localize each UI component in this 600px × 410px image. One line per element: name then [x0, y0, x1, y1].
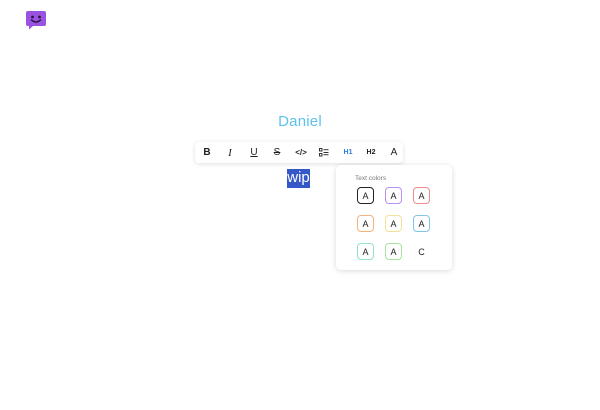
- swatch-label: A: [390, 218, 397, 229]
- heading1-icon: H1: [343, 149, 353, 156]
- swatch-label: A: [418, 190, 425, 201]
- strikethrough-button[interactable]: S: [267, 142, 287, 163]
- color-swatch[interactable]: A: [357, 243, 374, 260]
- strikethrough-icon: S: [273, 147, 281, 158]
- swatch-label: A: [362, 218, 369, 229]
- text-colors-popover: Text colors A A A A A A A A C: [336, 165, 452, 270]
- color-swatch[interactable]: A: [357, 187, 374, 204]
- color-swatch[interactable]: A: [385, 243, 402, 260]
- swatch-label: A: [362, 190, 369, 201]
- swatch-label: A: [390, 246, 397, 257]
- heading2-button[interactable]: H2: [361, 142, 381, 163]
- text-color-icon: A: [390, 147, 398, 158]
- reset-label: C: [418, 246, 425, 257]
- selected-text[interactable]: wip: [287, 169, 310, 188]
- bold-button[interactable]: B: [197, 142, 217, 163]
- heading1-button[interactable]: H1: [338, 142, 358, 163]
- color-swatch[interactable]: A: [385, 187, 402, 204]
- color-swatch[interactable]: A: [413, 215, 430, 232]
- checklist-button[interactable]: [314, 142, 334, 163]
- text-color-button[interactable]: A: [384, 142, 404, 163]
- text-colors-heading: Text colors: [355, 175, 387, 182]
- underline-icon: U: [250, 147, 258, 158]
- color-swatch[interactable]: A: [413, 187, 430, 204]
- underline-button[interactable]: U: [244, 142, 264, 163]
- app-logo[interactable]: [25, 9, 47, 31]
- swatch-label: A: [362, 246, 369, 257]
- italic-icon: I: [228, 146, 232, 159]
- code-button[interactable]: </>: [291, 142, 311, 163]
- heading2-icon: H2: [366, 149, 376, 156]
- color-swatch[interactable]: A: [357, 215, 374, 232]
- swatch-label: A: [390, 190, 397, 201]
- page-title[interactable]: Daniel: [0, 113, 600, 130]
- checklist-icon: [319, 148, 329, 157]
- swatch-label: A: [418, 218, 425, 229]
- code-icon: </>: [295, 148, 307, 157]
- italic-button[interactable]: I: [220, 142, 240, 163]
- formatting-toolbar: B I U S </> H1 H2 A: [195, 142, 403, 163]
- reset-color-button[interactable]: C: [413, 243, 430, 260]
- bold-icon: B: [203, 147, 211, 158]
- smiley-chat-bubble-icon: [26, 11, 46, 30]
- color-swatch[interactable]: A: [385, 215, 402, 232]
